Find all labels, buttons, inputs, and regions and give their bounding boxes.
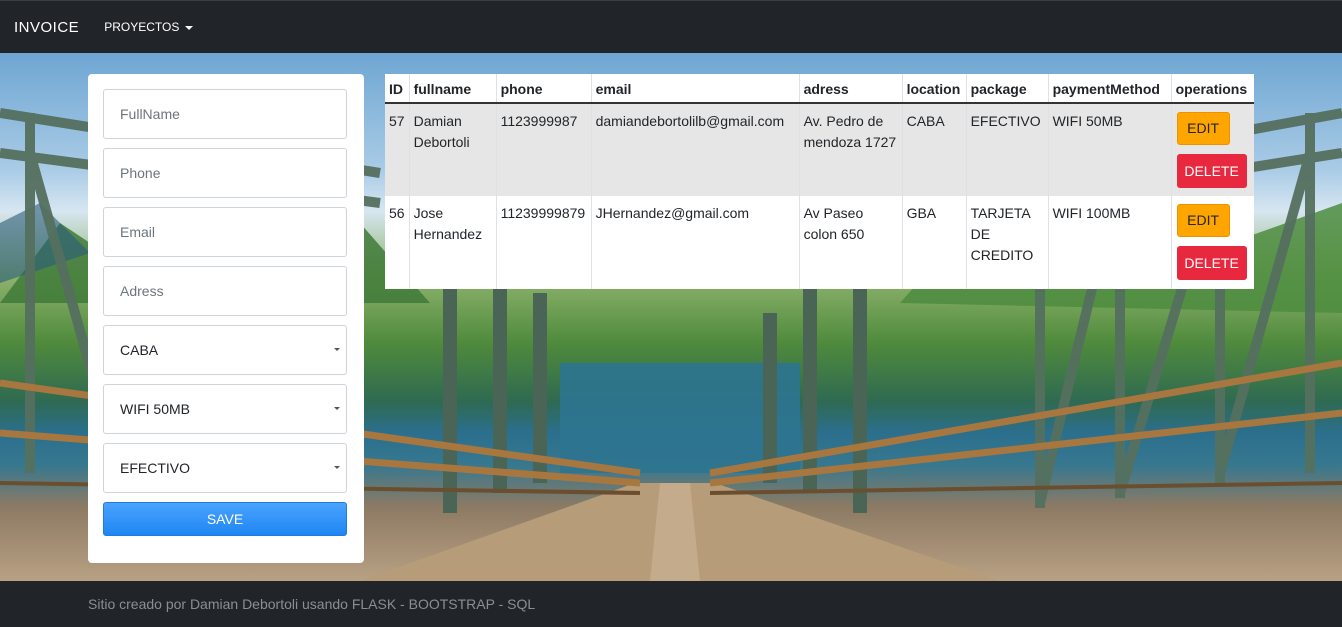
package-select-value: WIFI 50MB [120, 401, 191, 417]
location-select-value: CABA [120, 342, 159, 358]
cell-package: EFECTIVO [965, 103, 1049, 196]
adress-input[interactable]: Adress [103, 266, 347, 316]
projects-dropdown-label: PROYECTOS [104, 20, 180, 34]
header-email: email [590, 74, 800, 104]
cell-email: JHernandez@gmail.com [590, 196, 800, 289]
cell-payment-method: WIFI 50MB [1047, 103, 1172, 196]
cell-fullname: Jose Hernandez [408, 196, 497, 289]
header-payment-method: paymentMethod [1047, 74, 1172, 104]
payment-method-select[interactable]: EFECTIVO [103, 443, 347, 493]
location-select[interactable]: CABA [103, 325, 347, 375]
projects-dropdown[interactable]: PROYECTOS [104, 20, 194, 34]
select-arrow-icon [334, 348, 340, 351]
table-row: 57 Damian Debortoli 1123999987 damiandeb… [385, 103, 1254, 196]
save-button[interactable]: SAVE [103, 502, 347, 536]
invoice-form: FullName Phone Email Adress CABA WIFI 50… [88, 74, 364, 563]
package-select[interactable]: WIFI 50MB [103, 384, 347, 434]
phone-input[interactable]: Phone [103, 148, 347, 198]
cell-operations: EDIT DELETE [1170, 196, 1254, 289]
cell-fullname: Damian Debortoli [408, 103, 497, 196]
cell-email: damiandebortolilb@gmail.com [590, 103, 800, 196]
caret-down-icon [185, 25, 194, 30]
invoice-table: ID fullname phone email adress location … [385, 74, 1254, 289]
header-package: package [965, 74, 1049, 104]
cell-id: 56 [385, 196, 410, 289]
header-operations: operations [1170, 74, 1254, 104]
email-input[interactable]: Email [103, 207, 347, 257]
fullname-input[interactable]: FullName [103, 89, 347, 139]
cell-phone: 1123999987 [495, 103, 592, 196]
header-id: ID [385, 74, 410, 104]
cell-location: GBA [901, 196, 967, 289]
select-arrow-icon [334, 407, 340, 410]
header-phone: phone [495, 74, 592, 104]
cell-operations: EDIT DELETE [1170, 103, 1254, 196]
cell-payment-method: WIFI 100MB [1047, 196, 1172, 289]
cell-phone: 11239999879 [495, 196, 592, 289]
header-adress: adress [798, 74, 903, 104]
header-fullname: fullname [408, 74, 497, 104]
edit-button[interactable]: EDIT [1176, 204, 1230, 237]
table-row: 56 Jose Hernandez 11239999879 JHernandez… [385, 196, 1254, 289]
delete-button[interactable]: DELETE [1176, 154, 1247, 188]
edit-button[interactable]: EDIT [1176, 112, 1230, 145]
footer-text: Sitio creado por Damian Debortoli usando… [88, 596, 536, 612]
table-header-row: ID fullname phone email adress location … [385, 74, 1254, 104]
cell-id: 57 [385, 103, 410, 196]
cell-location: CABA [901, 103, 967, 196]
cell-package: TARJETA DE CREDITO [965, 196, 1049, 289]
select-arrow-icon [334, 466, 340, 469]
payment-select-value: EFECTIVO [120, 460, 191, 476]
brand-link[interactable]: INVOICE [14, 19, 79, 36]
cell-adress: Av Paseo colon 650 [798, 196, 903, 289]
invoice-table-container: ID fullname phone email adress location … [385, 74, 1254, 289]
footer: Sitio creado por Damian Debortoli usando… [0, 581, 1342, 627]
delete-button[interactable]: DELETE [1176, 246, 1247, 280]
cell-adress: Av. Pedro de mendoza 1727 [798, 103, 903, 196]
header-location: location [901, 74, 967, 104]
navbar: INVOICE PROYECTOS [0, 0, 1342, 53]
